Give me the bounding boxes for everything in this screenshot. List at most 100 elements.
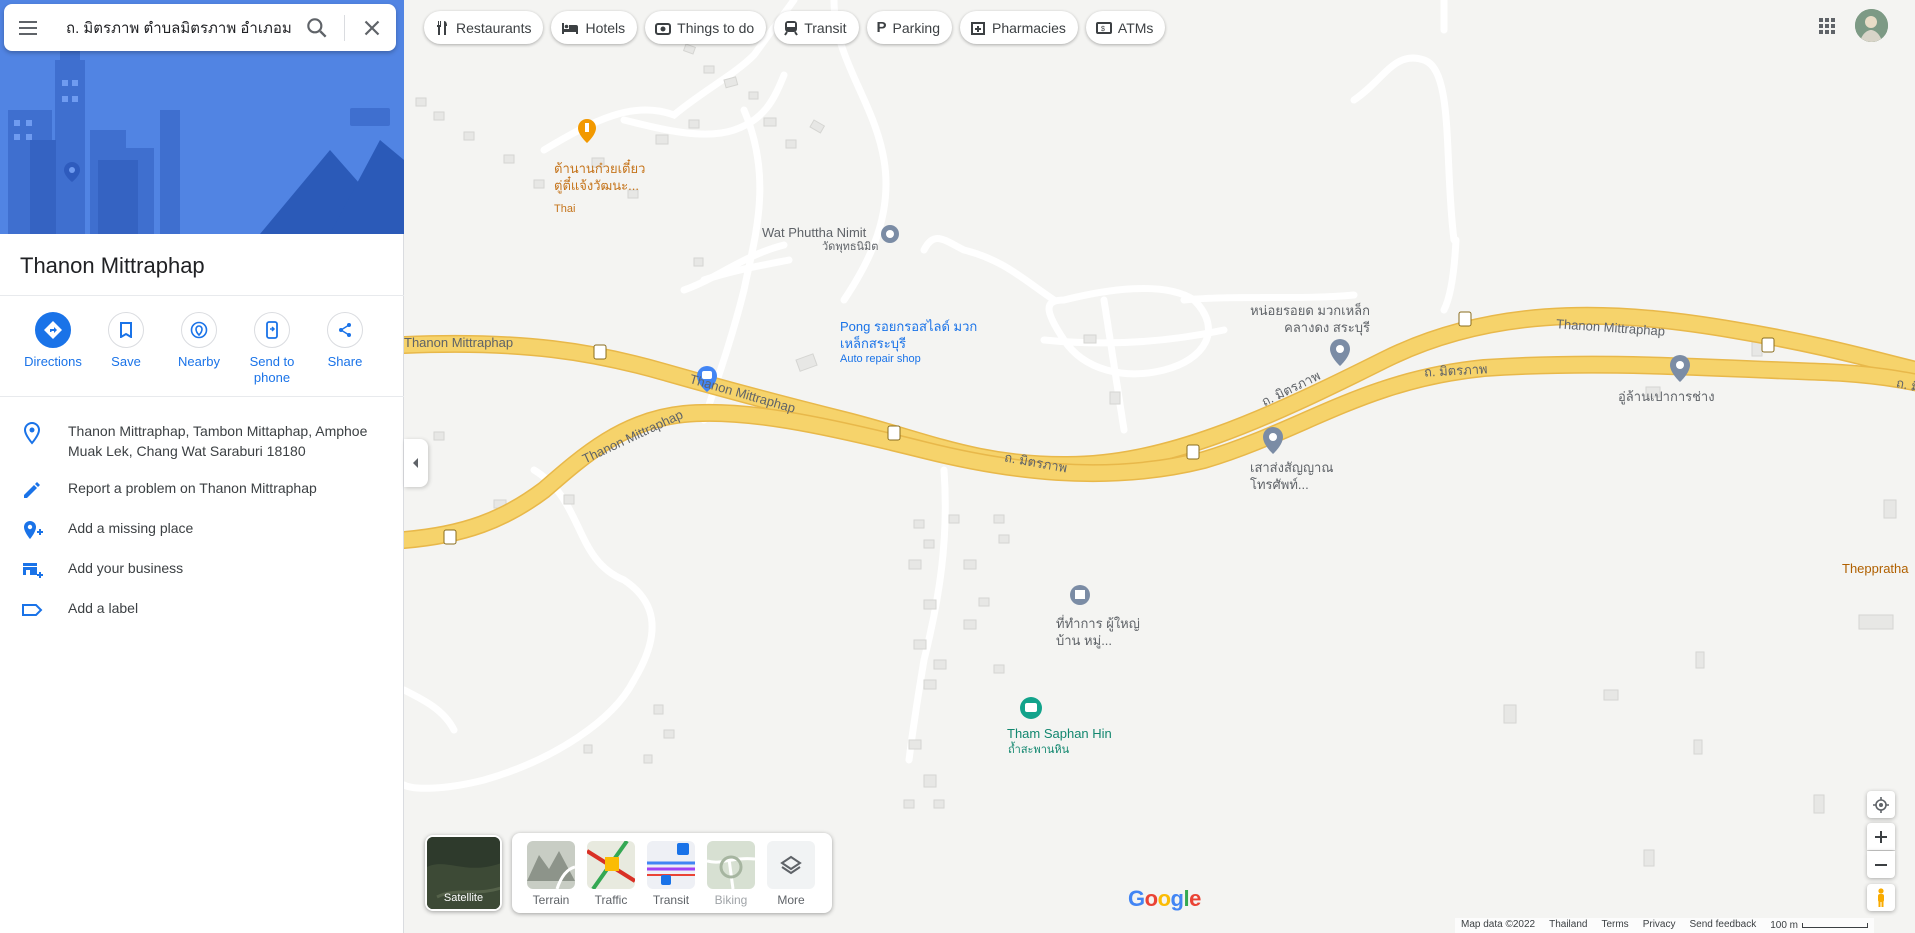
search-input[interactable]: [66, 18, 292, 38]
poi-label-tower[interactable]: เสาส่งสัญญาณ โทรศัพท์...: [1250, 459, 1350, 493]
add-location-icon: [24, 521, 43, 539]
layer-traffic[interactable]: Traffic: [586, 841, 636, 907]
chevron-left-icon: [413, 458, 418, 468]
privacy-link[interactable]: Privacy: [1643, 919, 1676, 932]
label-icon: [22, 604, 43, 616]
directions-button[interactable]: Directions: [17, 312, 89, 370]
layer-label: Biking: [714, 893, 748, 907]
zoom-in-button[interactable]: [1867, 823, 1895, 850]
send-feedback-link[interactable]: Send feedback: [1689, 919, 1756, 932]
scale-label: 100 m: [1770, 920, 1798, 931]
zoom-out-button[interactable]: [1867, 851, 1895, 878]
add-label-row[interactable]: Add a label: [0, 598, 404, 622]
chip-things-to-do[interactable]: Things to do: [645, 11, 767, 44]
country-link[interactable]: Thailand: [1549, 919, 1587, 932]
apps-grid-icon[interactable]: [1815, 14, 1839, 38]
poi-label-office[interactable]: ที่ทำการ ผู้ใหญ่บ้าน หมู่...: [1056, 615, 1156, 649]
satellite-layer-button[interactable]: Satellite: [425, 835, 502, 911]
layer-label: More: [777, 893, 805, 907]
chip-label: Parking: [892, 19, 940, 36]
poi-label-shop[interactable]: อู่ล้านเปาการช่าง: [1618, 388, 1715, 405]
chip-label: Hotels: [585, 19, 626, 36]
layer-biking[interactable]: Biking: [706, 841, 756, 907]
search-divider: [344, 15, 345, 41]
google-logo: Google: [1128, 886, 1201, 911]
chip-pharmacies[interactable]: Pharmacies: [960, 11, 1078, 44]
chip-parking[interactable]: P Parking: [866, 11, 952, 44]
share-icon: [339, 323, 351, 337]
poi-label-cave[interactable]: Tham Saphan Hin: [1007, 725, 1112, 742]
biking-icon: [707, 855, 755, 889]
my-location-button[interactable]: [1867, 791, 1895, 818]
layers-icon: [780, 855, 802, 875]
minus-icon: [1875, 863, 1887, 866]
atm-icon: $: [1095, 21, 1112, 34]
save-button[interactable]: Save: [90, 312, 162, 370]
close-icon[interactable]: [359, 15, 385, 41]
map-roads: [404, 0, 1915, 867]
location-pin-icon: [23, 421, 41, 445]
address-row[interactable]: Thanon Mittraphap, Tambon Mittaphap, Amp…: [0, 421, 404, 461]
add-missing-place-text: Add a missing place: [68, 520, 194, 536]
add-business-row[interactable]: Add your business: [0, 558, 404, 582]
layers-panel: Terrain Traffic Transit Biking More: [512, 833, 832, 913]
layer-label: Traffic: [594, 893, 628, 907]
pegman-button[interactable]: [1867, 884, 1895, 911]
terrain-icon: [527, 851, 575, 889]
parking-icon: P: [876, 19, 887, 36]
add-business-icon: [23, 563, 43, 578]
send-to-phone-button[interactable]: Send to phone: [236, 312, 308, 386]
bookmark-icon: [120, 322, 132, 338]
satellite-label: Satellite: [443, 892, 484, 904]
hotel-icon: [562, 22, 579, 34]
poi-label-restaurant[interactable]: ต้านานก๋วยเตี๋ยว ตู่ตี๋แจ้งวัฒนะ...: [554, 160, 654, 194]
layer-terrain[interactable]: Terrain: [526, 841, 576, 907]
report-problem-row[interactable]: Report a problem on Thanon Mittraphap: [0, 478, 404, 502]
chip-transit[interactable]: Transit: [774, 11, 859, 44]
layer-label: Transit: [652, 893, 690, 907]
search-box: [4, 4, 396, 51]
action-label: Directions: [24, 354, 82, 369]
avatar[interactable]: [1855, 9, 1888, 42]
chip-restaurants[interactable]: Restaurants: [424, 11, 544, 44]
side-panel: Thanon Mittraphap Directions Save Nearby…: [0, 0, 404, 933]
poi-label-edge[interactable]: Theppratha: [1842, 560, 1909, 577]
map-footer: Map data ©2022 Thailand Terms Privacy Se…: [1455, 918, 1874, 933]
add-label-text: Add a label: [68, 600, 139, 616]
address-text: Thanon Mittraphap, Tambon Mittaphap, Amp…: [68, 423, 368, 459]
search-icon[interactable]: [304, 15, 330, 41]
transit-icon: [647, 843, 695, 885]
restaurant-icon: [437, 20, 447, 35]
camera-icon: [655, 22, 672, 35]
chip-label: Pharmacies: [992, 19, 1066, 36]
scale-line: [1802, 923, 1868, 928]
pin-restaurant: [578, 119, 596, 143]
chip-atms[interactable]: $ ATMs: [1085, 11, 1166, 44]
poi-label-company[interactable]: หน่อยรอยด มวกเหล็ก คลางดง สระบุรี: [1244, 302, 1370, 336]
divider: [0, 396, 404, 397]
chip-label: Restaurants: [456, 19, 532, 36]
terms-link[interactable]: Terms: [1601, 919, 1628, 932]
pegman-icon: [1878, 887, 1884, 907]
poi-label-wat[interactable]: Wat Phuttha Nimit: [762, 224, 866, 241]
add-business-text: Add your business: [68, 560, 184, 576]
nearby-button[interactable]: Nearby: [163, 312, 235, 370]
layer-transit[interactable]: Transit: [646, 841, 696, 907]
poi-label-wat-thai: วัดพุทธนิมิต: [822, 241, 879, 253]
action-label: Save: [111, 354, 141, 369]
menu-icon[interactable]: [16, 16, 40, 40]
chip-hotels[interactable]: Hotels: [551, 11, 638, 44]
directions-icon: [44, 321, 62, 339]
layer-more[interactable]: More: [766, 841, 816, 907]
share-button[interactable]: Share: [309, 312, 381, 370]
collapse-panel-button[interactable]: [404, 439, 428, 487]
my-location-icon: [1873, 796, 1889, 813]
add-missing-place-row[interactable]: Add a missing place: [0, 518, 404, 542]
poi-label-repair[interactable]: Pong รอยกรอสไลด์ มวกเหล็กสระบุรี: [840, 318, 990, 352]
category-chips: Restaurants Hotels Things to do Transit …: [424, 11, 1166, 44]
scale-bar[interactable]: 100 m: [1770, 919, 1868, 932]
chip-label: Transit: [804, 19, 847, 36]
chip-label: ATMs: [1117, 19, 1154, 36]
place-title: Thanon Mittraphap: [20, 253, 205, 278]
map-canvas[interactable]: Thanon Mittraphap Thanon Mittraphap Than…: [404, 0, 1915, 933]
